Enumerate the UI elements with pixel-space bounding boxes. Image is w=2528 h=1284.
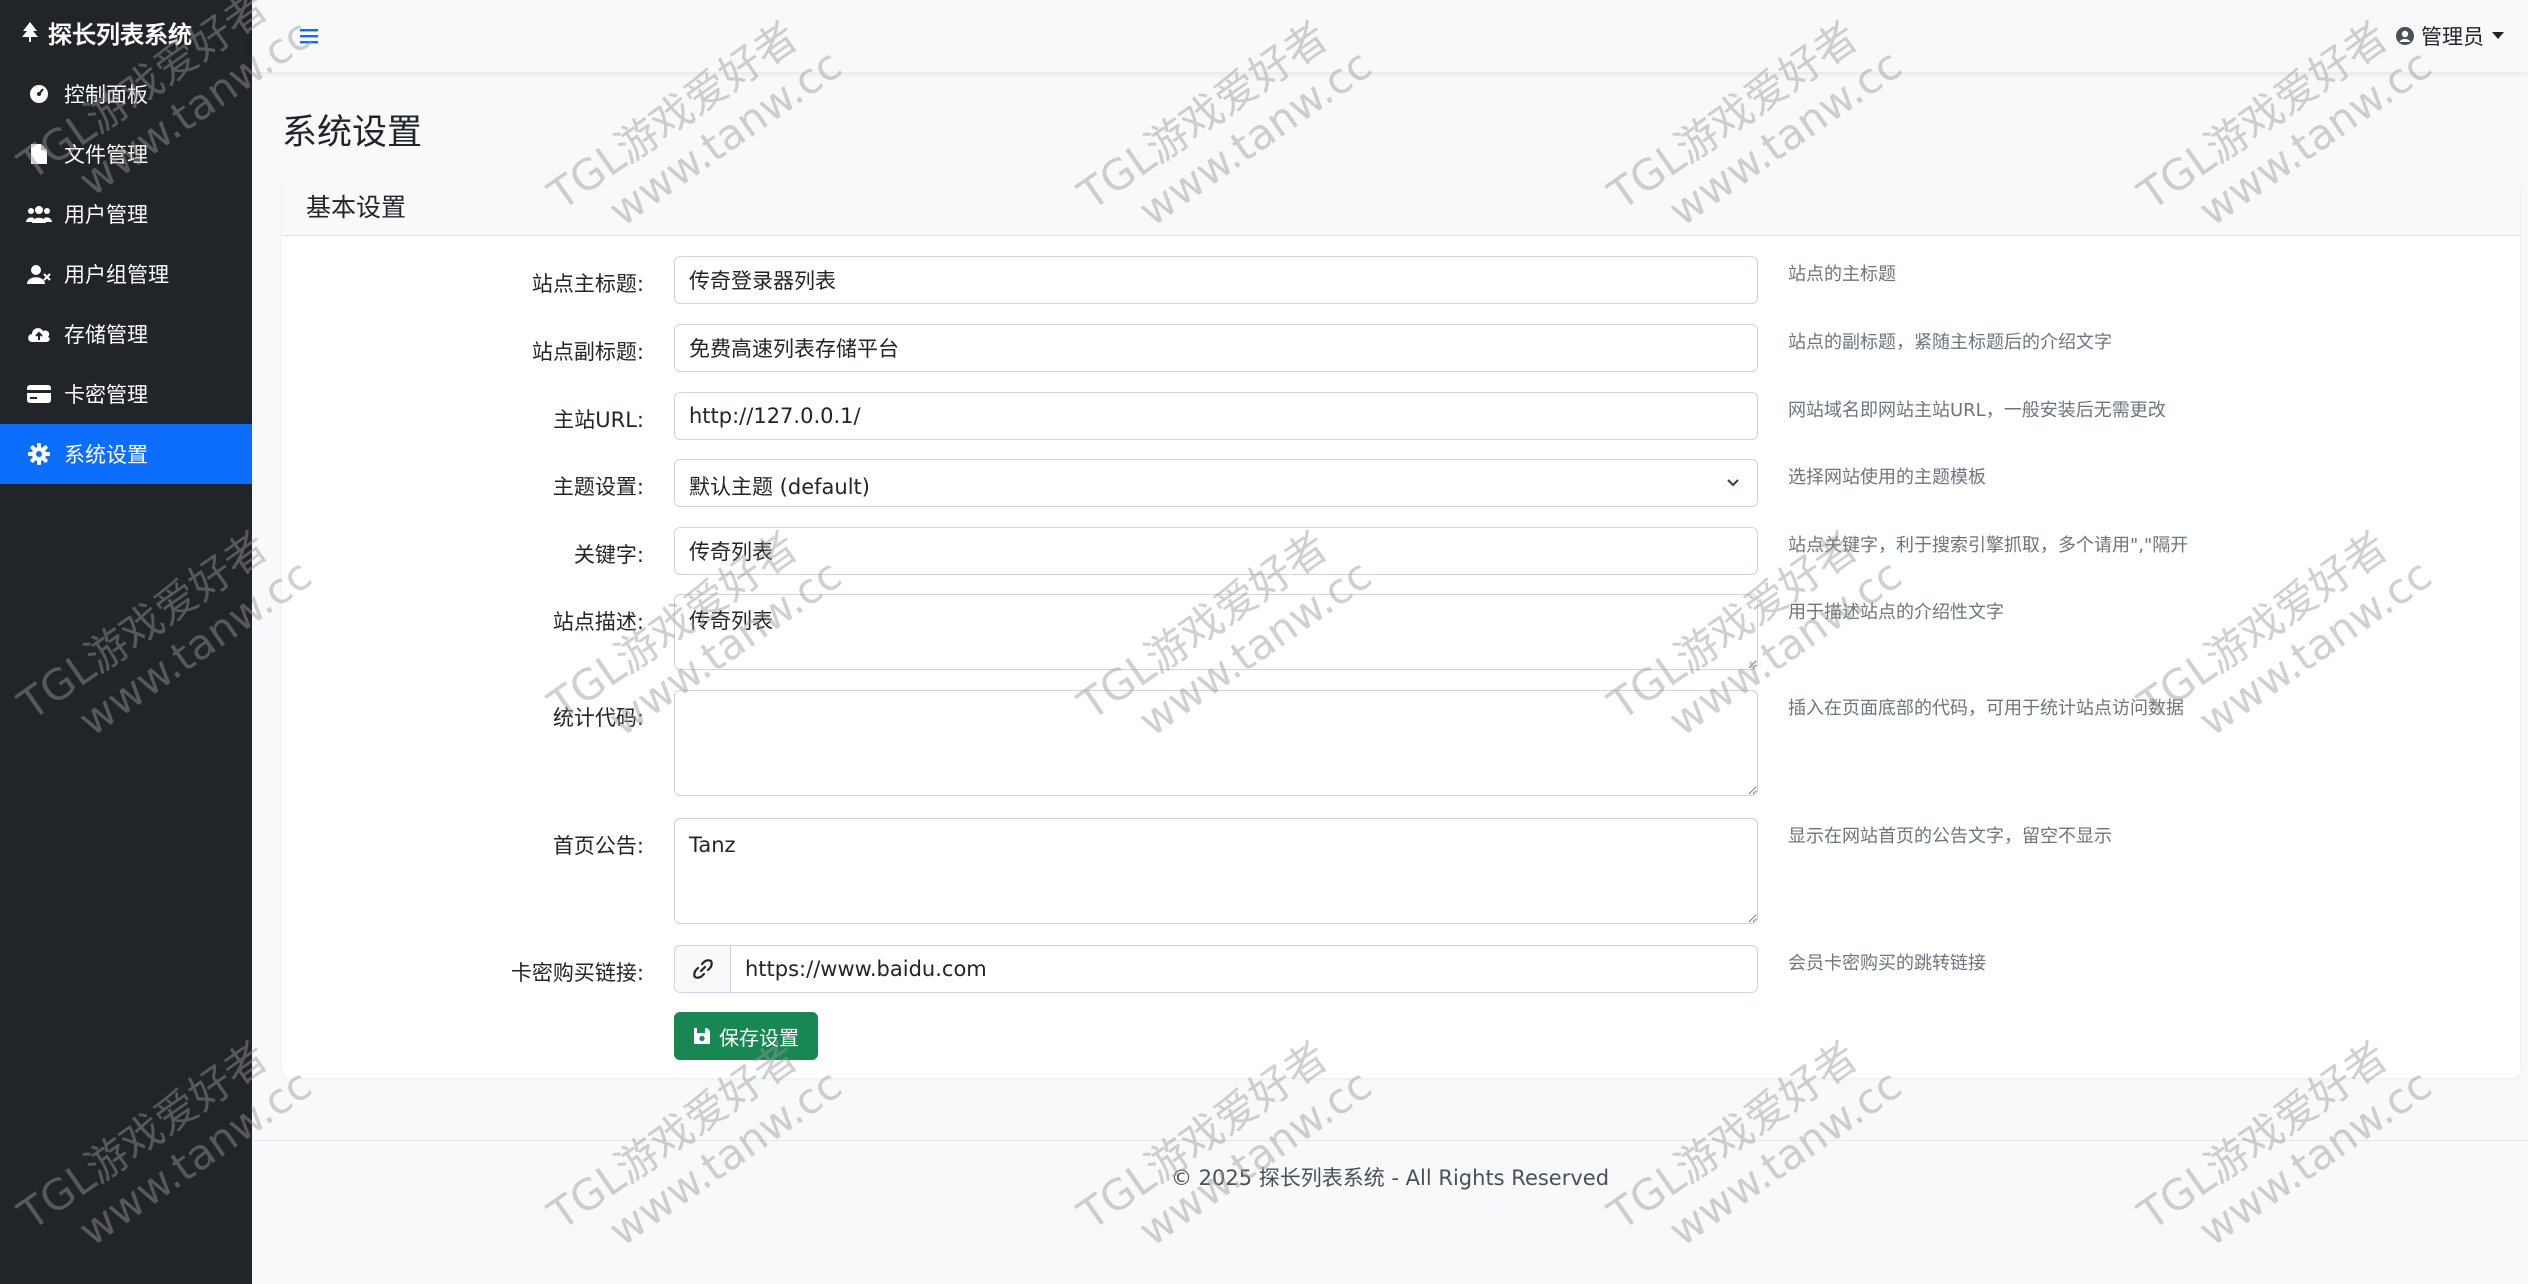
- sidebar-item-cards[interactable]: 卡密管理: [0, 364, 252, 424]
- chevron-down-icon: [1725, 474, 1741, 490]
- brand-title: 探长列表系统: [48, 20, 192, 49]
- sidebar-item-storage[interactable]: 存储管理: [0, 304, 252, 364]
- user-group-icon: [24, 264, 54, 284]
- app-root: 探长列表系统 控制面板 文件管理 用户管理 用户组管理 存储管理 卡密管理 系统…: [0, 0, 2528, 1284]
- site-subtitle-label: 站点副标题:: [531, 340, 644, 364]
- site-title-help: 站点的主标题: [1788, 264, 1896, 285]
- topbar: 管理员: [252, 0, 2528, 72]
- users-icon: [24, 204, 54, 224]
- file-icon: [24, 143, 54, 165]
- sidebar-item-user-groups[interactable]: 用户组管理: [0, 244, 252, 304]
- card-icon: [24, 385, 54, 403]
- sidebar-item-files[interactable]: 文件管理: [0, 124, 252, 184]
- card-link-help: 会员卡密购买的跳转链接: [1788, 953, 1986, 974]
- sidebar-item-label: 卡密管理: [64, 383, 148, 407]
- user-name: 管理员: [2421, 25, 2484, 49]
- sidebar-item-dashboard[interactable]: 控制面板: [0, 64, 252, 124]
- sidebar: 探长列表系统 控制面板 文件管理 用户管理 用户组管理 存储管理 卡密管理 系统…: [0, 0, 252, 1284]
- site-title-label: 站点主标题:: [531, 272, 644, 296]
- sidebar-item-label: 存储管理: [64, 323, 148, 347]
- save-button-label: 保存设置: [719, 1025, 799, 1050]
- card-header: 基本设置: [282, 176, 2520, 236]
- footer-divider: [252, 1140, 2528, 1141]
- sidebar-item-label: 用户管理: [64, 203, 148, 227]
- theme-select[interactable]: 默认主题 (default): [674, 459, 1758, 507]
- card-link-input-group: [674, 945, 1758, 993]
- site-url-label: 主站URL:: [553, 408, 644, 432]
- description-label: 站点描述:: [552, 610, 644, 634]
- hamburger-icon: [300, 29, 318, 44]
- card-link-input[interactable]: [730, 945, 1758, 993]
- theme-selected-value: 默认主题 (default): [689, 475, 870, 499]
- site-title-input[interactable]: [674, 256, 1758, 304]
- theme-help: 选择网站使用的主题模板: [1788, 467, 1986, 488]
- cloud-upload-icon: [24, 324, 54, 344]
- sidebar-toggle-button[interactable]: [300, 28, 318, 44]
- settings-card: 基本设置 站点主标题: 站点的主标题 站点副标题: 站点的副标题，紧随主标题后的…: [282, 176, 2520, 1078]
- site-subtitle-input[interactable]: [674, 324, 1758, 372]
- caret-down-icon: [2492, 32, 2504, 40]
- sidebar-item-users[interactable]: 用户管理: [0, 184, 252, 244]
- notice-label: 首页公告:: [552, 834, 644, 858]
- site-url-help: 网站域名即网站主站URL，一般安装后无需更改: [1788, 400, 2166, 421]
- footer: © 2025 探长列表系统 - All Rights Reserved: [1170, 1166, 1610, 1190]
- save-button[interactable]: 保存设置: [674, 1012, 818, 1060]
- site-subtitle-help: 站点的副标题，紧随主标题后的介绍文字: [1788, 332, 2112, 353]
- sidebar-item-settings[interactable]: 系统设置: [0, 424, 252, 484]
- sidebar-item-label: 控制面板: [64, 83, 148, 107]
- keywords-help: 站点关键字，利于搜索引擎抓取，多个请用","隔开: [1788, 535, 2189, 556]
- link-icon: [674, 945, 730, 993]
- floppy-disk-icon: [693, 1027, 711, 1045]
- sidebar-item-label: 系统设置: [64, 443, 148, 467]
- sidebar-item-label: 用户组管理: [64, 263, 169, 287]
- sidebar-item-label: 文件管理: [64, 143, 148, 167]
- notice-textarea[interactable]: Tanz: [674, 818, 1758, 924]
- tree-icon: [20, 21, 42, 43]
- description-help: 用于描述站点的介绍性文字: [1788, 602, 2004, 623]
- page-title: 系统设置: [282, 113, 423, 153]
- brand[interactable]: 探长列表系统: [0, 0, 252, 64]
- user-circle-icon: [2395, 26, 2415, 46]
- notice-help: 显示在网站首页的公告文字，留空不显示: [1788, 826, 2112, 847]
- keywords-label: 关键字:: [573, 543, 644, 567]
- dashboard-icon: [24, 83, 54, 105]
- gear-icon: [24, 443, 54, 465]
- theme-label: 主题设置:: [552, 475, 644, 499]
- stats-code-label: 统计代码:: [552, 706, 644, 730]
- stats-code-help: 插入在页面底部的代码，可用于统计站点访问数据: [1788, 698, 2184, 719]
- keywords-input[interactable]: [674, 527, 1758, 575]
- stats-code-textarea[interactable]: [674, 690, 1758, 796]
- user-menu[interactable]: 管理员: [2395, 21, 2504, 51]
- description-textarea[interactable]: 传奇列表: [674, 594, 1758, 670]
- card-link-label: 卡密购买链接:: [510, 961, 644, 985]
- site-url-input[interactable]: [674, 392, 1758, 440]
